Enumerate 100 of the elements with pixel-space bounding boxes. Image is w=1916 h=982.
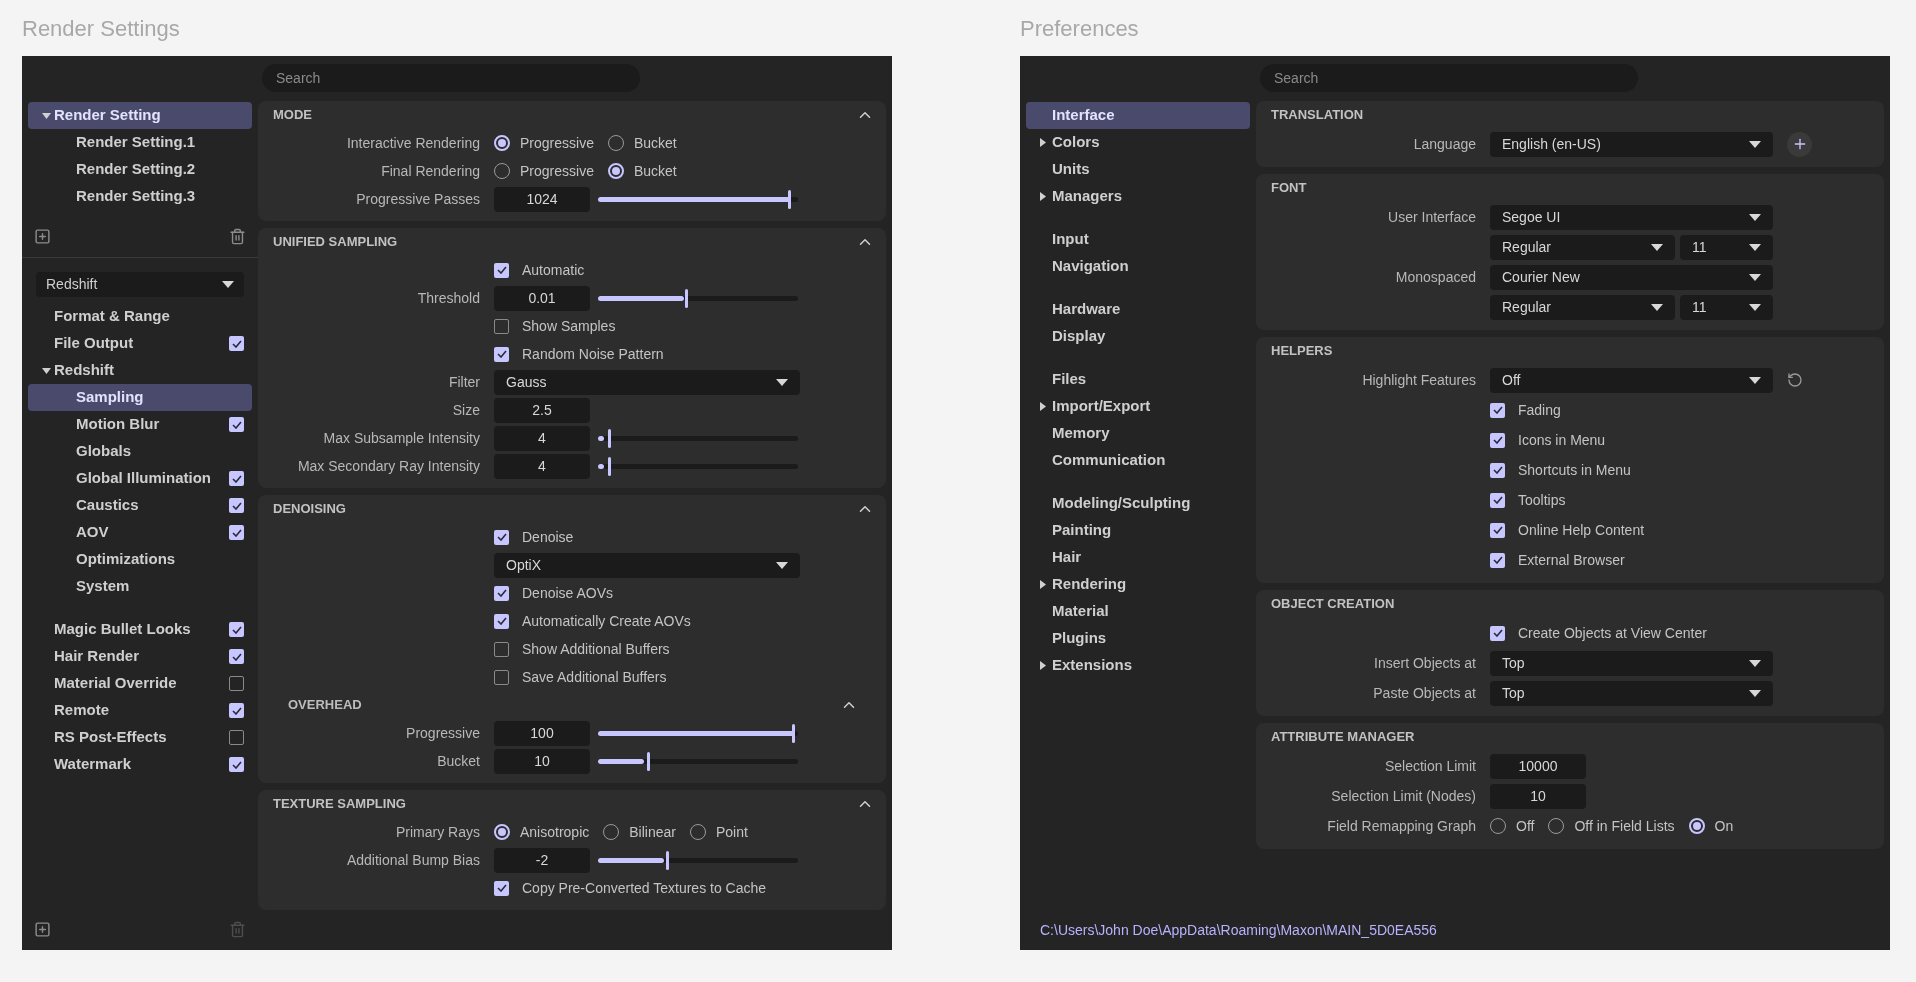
checkbox[interactable]: [229, 498, 244, 513]
sidebar-item-highlight[interactable]: Interface: [1026, 102, 1250, 129]
sidebar-item[interactable]: Import/Export: [1052, 395, 1151, 418]
sidebar-item[interactable]: Colors: [1052, 131, 1100, 154]
checkbox[interactable]: [229, 649, 244, 664]
sidebar-item[interactable]: Hair: [1052, 546, 1082, 569]
checkbox[interactable]: [1490, 492, 1505, 508]
reset-icon[interactable]: [1787, 372, 1803, 388]
checkbox[interactable]: [229, 703, 244, 718]
checkbox[interactable]: [494, 613, 509, 629]
number-field[interactable]: 10: [1490, 783, 1586, 809]
checkbox[interactable]: [1490, 625, 1505, 641]
slider-thumb[interactable]: [685, 288, 689, 308]
checkbox[interactable]: [494, 880, 509, 896]
slider-thumb[interactable]: [788, 189, 792, 209]
sidebar-item[interactable]: Painting: [1052, 519, 1112, 542]
dropdown[interactable]: Segoe UI: [1490, 204, 1773, 230]
add-button[interactable]: [1787, 131, 1812, 157]
sidebar-item[interactable]: Rendering: [1052, 573, 1127, 596]
slider-thumb[interactable]: [792, 723, 795, 743]
slider[interactable]: [598, 189, 798, 209]
dropdown[interactable]: 11: [1680, 294, 1773, 320]
number-field[interactable]: 10: [494, 748, 590, 774]
sidebar-item[interactable]: Render Setting.1: [76, 131, 196, 154]
sidebar-item[interactable]: Render Setting.3: [76, 185, 196, 208]
sidebar-item[interactable]: Redshift: [54, 359, 114, 382]
number-field[interactable]: 100: [494, 720, 590, 746]
radio-button[interactable]: [607, 163, 624, 179]
sidebar-item[interactable]: File Output: [54, 332, 134, 355]
sidebar-item[interactable]: Optimizations: [76, 548, 176, 571]
sidebar-item[interactable]: Hair Render: [54, 645, 140, 668]
sidebar-item[interactable]: Files: [1052, 368, 1087, 391]
sidebar-item[interactable]: System: [76, 575, 130, 598]
slider[interactable]: [598, 288, 798, 308]
number-field[interactable]: -2: [494, 847, 590, 873]
number-field[interactable]: 4: [494, 453, 590, 479]
checkbox[interactable]: [494, 641, 509, 657]
checkbox[interactable]: [494, 318, 509, 334]
delete-icon[interactable]: [229, 228, 246, 245]
sidebar-item[interactable]: Communication: [1052, 449, 1166, 472]
sidebar-item[interactable]: Material: [1052, 600, 1109, 623]
add-icon[interactable]: [34, 921, 51, 938]
radio-button[interactable]: [1688, 818, 1705, 834]
dropdown[interactable]: Top: [1490, 680, 1773, 706]
slider-thumb[interactable]: [665, 850, 669, 870]
slider[interactable]: [598, 850, 798, 870]
sidebar-item[interactable]: Caustics: [76, 494, 139, 517]
dropdown[interactable]: Regular: [1490, 294, 1675, 320]
renderer-dropdown[interactable]: Redshift: [36, 272, 244, 297]
sidebar-item[interactable]: Units: [1052, 158, 1090, 181]
sidebar-item[interactable]: Interface: [1052, 104, 1115, 127]
number-field[interactable]: 0.01: [494, 285, 590, 311]
number-field[interactable]: 2.5: [494, 397, 590, 423]
radio-button[interactable]: [494, 135, 510, 151]
checkbox[interactable]: [1490, 432, 1505, 448]
sidebar-item[interactable]: Magic Bullet Looks: [54, 618, 191, 641]
sidebar-item[interactable]: Globals: [76, 440, 131, 463]
sidebar-item[interactable]: RS Post-Effects: [54, 726, 167, 749]
sidebar-item[interactable]: Material Override: [54, 672, 177, 695]
number-field[interactable]: 10000: [1490, 753, 1586, 779]
slider-thumb[interactable]: [646, 751, 650, 771]
sidebar-item[interactable]: Format & Range: [54, 305, 170, 328]
number-field[interactable]: 4: [494, 425, 590, 451]
checkbox[interactable]: [1490, 552, 1505, 568]
dropdown[interactable]: English (en-US): [1490, 131, 1773, 157]
search-field[interactable]: Search: [1260, 64, 1638, 92]
sidebar-item[interactable]: Sampling: [76, 386, 144, 409]
checkbox[interactable]: [229, 676, 244, 691]
sidebar-item[interactable]: Remote: [54, 699, 109, 722]
sidebar-item[interactable]: Motion Blur: [76, 413, 160, 436]
dropdown[interactable]: Regular: [1490, 234, 1675, 260]
dropdown[interactable]: 11: [1680, 234, 1773, 260]
sidebar-item[interactable]: Display: [1052, 325, 1106, 348]
dropdown[interactable]: Off: [1490, 367, 1773, 393]
sidebar-item[interactable]: Navigation: [1052, 255, 1129, 278]
sidebar-item[interactable]: Modeling/Sculpting: [1052, 492, 1191, 515]
dropdown[interactable]: OptiX: [494, 552, 800, 578]
dropdown[interactable]: Gauss: [494, 369, 800, 395]
sidebar-item[interactable]: Input: [1052, 228, 1089, 251]
sidebar-item-highlight[interactable]: Render Setting: [28, 102, 252, 129]
slider[interactable]: [598, 751, 798, 771]
sidebar-item[interactable]: Managers: [1052, 185, 1123, 208]
checkbox[interactable]: [229, 622, 244, 637]
slider[interactable]: [598, 456, 798, 476]
checkbox[interactable]: [1490, 522, 1505, 538]
sidebar-item[interactable]: AOV: [76, 521, 109, 544]
search-field[interactable]: Search: [262, 64, 640, 92]
dropdown[interactable]: Top: [1490, 650, 1773, 676]
number-field[interactable]: 1024: [494, 186, 590, 212]
slider-thumb[interactable]: [607, 428, 611, 448]
radio-button[interactable]: [494, 824, 510, 840]
checkbox[interactable]: [229, 730, 244, 745]
sidebar-item[interactable]: Render Setting.2: [76, 158, 196, 181]
add-icon[interactable]: [34, 228, 51, 245]
checkbox[interactable]: [494, 346, 509, 362]
checkbox[interactable]: [1490, 462, 1505, 478]
checkbox[interactable]: [494, 529, 509, 545]
checkbox[interactable]: [494, 669, 509, 685]
sidebar-item-highlight[interactable]: Sampling: [28, 384, 252, 411]
sidebar-item[interactable]: Memory: [1052, 422, 1110, 445]
